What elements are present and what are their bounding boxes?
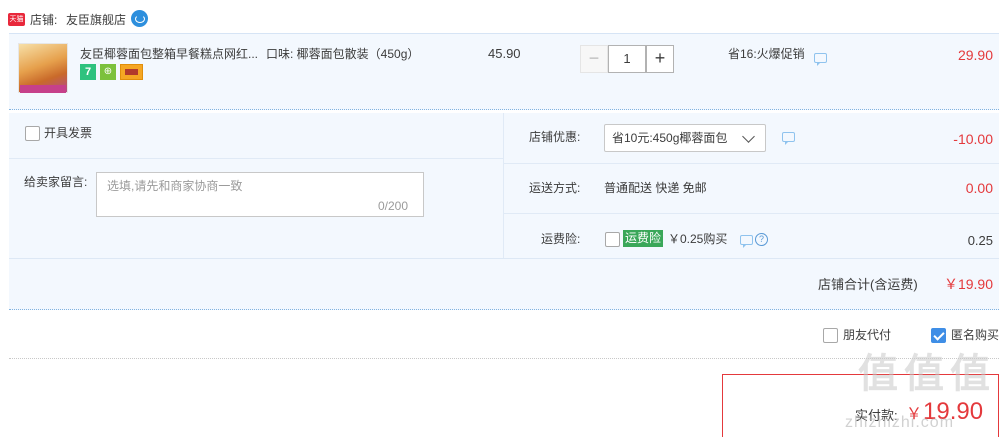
invoice-checkbox[interactable] (25, 126, 40, 141)
message-char-count: 0/200 (378, 199, 409, 213)
insurance-tag: 运费险 (623, 230, 664, 247)
row-divider (504, 213, 999, 214)
friend-pay-label[interactable]: 朋友代付 (843, 328, 891, 343)
watermark-logo: 值值值 (858, 352, 996, 396)
insurance-label: 运费险: (541, 232, 581, 246)
wangwang-chat-icon[interactable] (131, 10, 148, 27)
message-label: 给卖家留言: (24, 175, 88, 189)
insurance-checkbox[interactable] (605, 232, 620, 247)
row-divider (9, 158, 503, 159)
shipping-label: 运送方式: (529, 181, 581, 195)
watermark-url: zhizhizhi.com (845, 414, 955, 431)
shop-discount-label: 店铺优惠: (529, 130, 581, 144)
friend-pay-checkbox[interactable] (823, 328, 838, 343)
shipping-method: 普通配送 快递 免邮 (604, 181, 707, 195)
cart-item-row (9, 33, 999, 110)
quantity-increase-button[interactable]: + (646, 45, 674, 73)
thumbnail-promo-strip (20, 85, 66, 93)
seven-day-return-icon: 7 (80, 64, 96, 80)
unit-price: 45.90 (488, 46, 521, 61)
insurance-amount: 0.25 (967, 233, 993, 248)
discount-chat-icon[interactable] (782, 132, 795, 145)
help-icon[interactable]: ? (755, 233, 768, 246)
item-subtotal: 29.90 (957, 47, 993, 63)
shop-label: 店铺: (30, 13, 58, 27)
promo-chat-icon[interactable] (814, 53, 827, 66)
shop-name-link[interactable]: 友臣旗舰店 (66, 12, 126, 28)
shop-discount-selected[interactable]: 省10元:450g椰蓉面包 (612, 131, 727, 146)
promotion-text: 省16:火爆促销 (728, 47, 805, 61)
quantity-decrease-button[interactable]: − (580, 45, 608, 73)
quantity-input[interactable]: 1 (608, 45, 646, 73)
shipping-cost: 0.00 (965, 180, 993, 196)
product-title-link[interactable]: 友臣椰蓉面包整箱早餐糕点网红... (80, 46, 260, 62)
shop-total-label: 店铺合计(含运费) (818, 277, 918, 292)
bag-icon: ⊕ (100, 64, 116, 80)
tmall-badge: 天猫 (8, 13, 25, 26)
row-divider (9, 258, 999, 259)
message-placeholder: 选填,请先和商家协商一致 (107, 179, 243, 193)
anonymous-purchase-label[interactable]: 匿名购买 (951, 328, 999, 343)
insurance-price: ￥0.25购买 (668, 232, 728, 246)
shop-discount-amount: -10.00 (953, 131, 993, 147)
shop-total-value: ￥19.90 (943, 276, 993, 292)
row-divider (504, 163, 999, 164)
product-sku: 口味: 椰蓉面包散装（450g） (266, 47, 420, 61)
insurance-chat-icon[interactable] (740, 235, 753, 248)
anonymous-purchase-checkbox[interactable] (931, 328, 946, 343)
column-divider (503, 113, 504, 258)
section-divider (9, 358, 999, 359)
card-icon (120, 64, 143, 80)
invoice-label[interactable]: 开具发票 (44, 126, 92, 141)
